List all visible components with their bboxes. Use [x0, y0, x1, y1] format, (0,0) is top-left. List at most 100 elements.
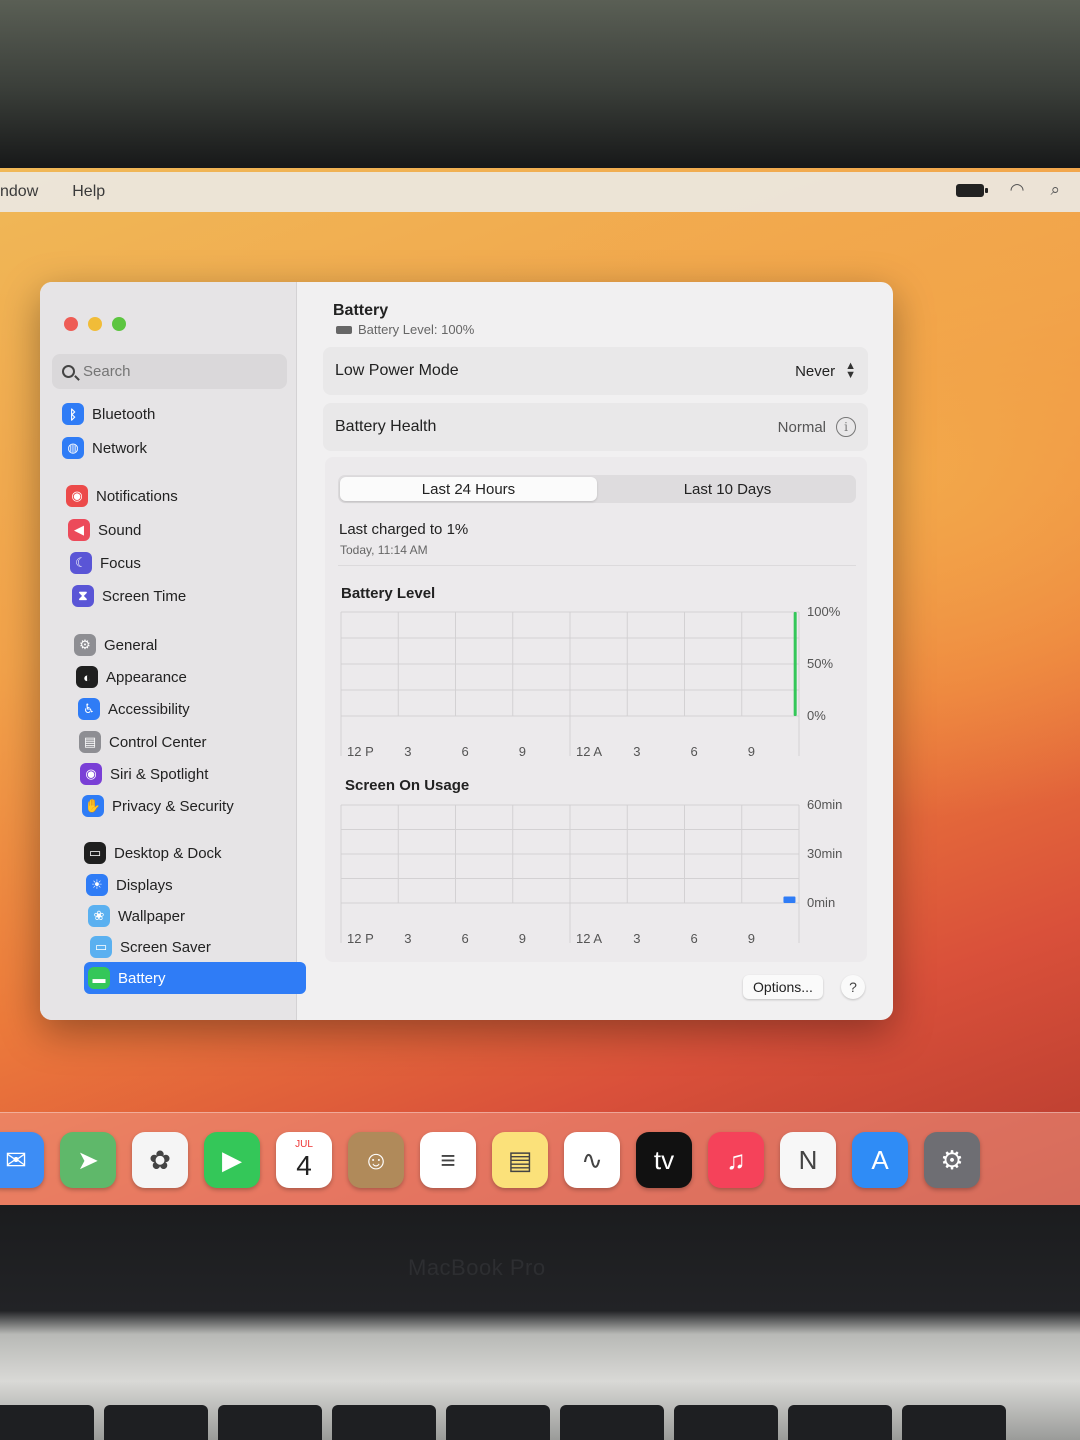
battery-level-text: Battery Level: 100% — [358, 322, 475, 337]
sidebar-item-control-center[interactable]: ▤ Control Center — [79, 727, 207, 757]
sidebar-item-label: Siri & Spotlight — [110, 765, 209, 783]
sidebar-item-bluetooth[interactable]: ᛒ Bluetooth — [62, 399, 155, 429]
tv-icon[interactable]: tv — [636, 1132, 692, 1188]
x-tick-label: 6 — [462, 931, 469, 946]
info-icon[interactable]: i — [836, 417, 856, 437]
low-power-mode-popup[interactable]: Never ▲ ▼ — [795, 361, 856, 381]
x-tick-label: 12 P — [347, 744, 374, 759]
sidebar-item-label: Privacy & Security — [112, 797, 234, 815]
minimize-icon[interactable] — [88, 317, 102, 331]
search-field[interactable] — [52, 354, 287, 389]
notes-icon[interactable]: ▤ — [492, 1132, 548, 1188]
app-store-icon[interactable]: A — [852, 1132, 908, 1188]
sidebar-item-appearance[interactable]: ◐ Appearance — [76, 662, 187, 692]
sidebar-item-label: Notifications — [96, 487, 178, 505]
sidebar-item-label: Focus — [100, 554, 141, 572]
sidebar-item-screen-saver[interactable]: ▭ Screen Saver — [90, 932, 211, 962]
facetime-icon[interactable]: ▶ — [204, 1132, 260, 1188]
sidebar-item-label: Desktop & Dock — [114, 844, 222, 862]
control-center-icon: ▤ — [79, 731, 101, 753]
low-power-mode-label: Low Power Mode — [335, 362, 459, 379]
system-settings-icon[interactable]: ⚙ — [924, 1132, 980, 1188]
camera-bezel — [0, 0, 1080, 175]
sidebar-item-privacy-security[interactable]: ✋ Privacy & Security — [82, 791, 234, 821]
key — [788, 1405, 892, 1440]
sidebar-item-siri-spotlight[interactable]: ◉ Siri & Spotlight — [80, 759, 208, 789]
battery-pane: Battery Battery Level: 100% Low Power Mo… — [298, 282, 893, 1020]
data-bar — [783, 896, 796, 903]
sidebar-item-accessibility[interactable]: ♿ Accessibility — [78, 694, 190, 724]
options-button[interactable]: Options... — [743, 975, 823, 999]
x-tick-label: 6 — [691, 744, 698, 759]
y-tick-label: 30min — [807, 846, 842, 861]
reminders-icon[interactable]: ≡ — [420, 1132, 476, 1188]
mail-icon[interactable]: ✉ — [0, 1132, 44, 1188]
sidebar-item-wallpaper[interactable]: ❀ Wallpaper — [88, 901, 185, 931]
divider — [338, 565, 856, 566]
x-tick-label: 6 — [691, 931, 698, 946]
maps-icon[interactable]: ➤ — [60, 1132, 116, 1188]
battery-small-icon — [336, 325, 352, 334]
tab-last-10-days[interactable]: Last 10 Days — [599, 475, 856, 503]
sidebar-item-label: Accessibility — [108, 700, 190, 718]
zoom-icon[interactable] — [112, 317, 126, 331]
wifi-icon[interactable]: ◠ — [1010, 180, 1025, 200]
battery-health-label: Battery Health — [335, 418, 437, 435]
key — [560, 1405, 664, 1440]
calendar-icon[interactable]: JUL 4 — [276, 1132, 332, 1188]
menu-bar: ndow Help ◠ ⌕ — [0, 172, 1080, 212]
help-button[interactable]: ? — [841, 975, 865, 999]
tab-last-24-hours[interactable]: Last 24 Hours — [340, 477, 597, 501]
x-tick-label: 12 P — [347, 931, 374, 946]
menu-window[interactable]: ndow — [0, 183, 50, 201]
network-icon: ◍ — [62, 437, 84, 459]
contacts-icon[interactable]: ☺ — [348, 1132, 404, 1188]
bluetooth-icon: ᛒ — [62, 403, 84, 425]
menu-help[interactable]: Help — [60, 183, 117, 201]
spotlight-search-icon[interactable]: ⌕ — [1050, 180, 1060, 200]
battery-icon[interactable] — [955, 183, 988, 197]
x-tick-label: 12 A — [576, 744, 602, 759]
close-icon[interactable] — [64, 317, 78, 331]
sidebar-item-label: Control Center — [109, 733, 207, 751]
key — [0, 1405, 94, 1440]
privacy-security-icon: ✋ — [82, 795, 104, 817]
key — [104, 1405, 208, 1440]
sidebar-item-label: Screen Time — [102, 587, 187, 605]
sidebar-item-screen-time[interactable]: ⧗ Screen Time — [72, 581, 186, 611]
page-title: Battery — [333, 302, 389, 319]
sidebar-item-network[interactable]: ◍ Network — [62, 433, 147, 463]
freeform-icon[interactable]: ∿ — [564, 1132, 620, 1188]
x-tick-label: 12 A — [576, 931, 602, 946]
battery-level-chart: 12 P 3 6 9 12 A 3 6 9 100% 50% 0% — [340, 604, 841, 759]
x-tick-label: 9 — [748, 931, 755, 946]
calendar-day: 4 — [296, 1150, 312, 1181]
function-key-row — [0, 1405, 1006, 1440]
accessibility-icon: ♿ — [78, 698, 100, 720]
sidebar-item-battery[interactable]: ▬ Battery — [84, 962, 306, 994]
battery-health-value: Normal — [777, 418, 826, 436]
x-tick-label: 3 — [404, 931, 411, 946]
key — [446, 1405, 550, 1440]
sidebar-item-desktop-dock[interactable]: ▭ Desktop & Dock — [84, 838, 222, 868]
search-input[interactable] — [83, 363, 263, 380]
news-icon[interactable]: N — [780, 1132, 836, 1188]
sidebar-item-label: Appearance — [106, 668, 187, 686]
general-icon: ⚙ — [74, 634, 96, 656]
sidebar-item-sound[interactable]: ◀ Sound — [68, 515, 141, 545]
sidebar-item-focus[interactable]: ☾ Focus — [70, 548, 141, 578]
key — [218, 1405, 322, 1440]
dock: ✉ ➤ ✿ ▶ JUL 4 ☺ ≡ ▤ ∿ tv ♫ N A ⚙ — [0, 1112, 1080, 1207]
sidebar-item-displays[interactable]: ☀ Displays — [86, 870, 173, 900]
x-tick-label: 3 — [633, 931, 640, 946]
sidebar-item-label: Bluetooth — [92, 405, 156, 423]
sidebar-item-general[interactable]: ⚙ General — [74, 630, 157, 660]
music-icon[interactable]: ♫ — [708, 1132, 764, 1188]
sidebar-item-notifications[interactable]: ◉ Notifications — [66, 481, 178, 511]
screen-on-usage-chart: 12 P36912 A369Jul 3Jul 460min30min0min — [340, 797, 842, 946]
focus-icon: ☾ — [70, 552, 92, 574]
photos-icon[interactable]: ✿ — [132, 1132, 188, 1188]
y-tick-label: 60min — [807, 797, 842, 812]
sidebar-item-label: General — [104, 636, 158, 654]
screen-saver-icon: ▭ — [90, 936, 112, 958]
